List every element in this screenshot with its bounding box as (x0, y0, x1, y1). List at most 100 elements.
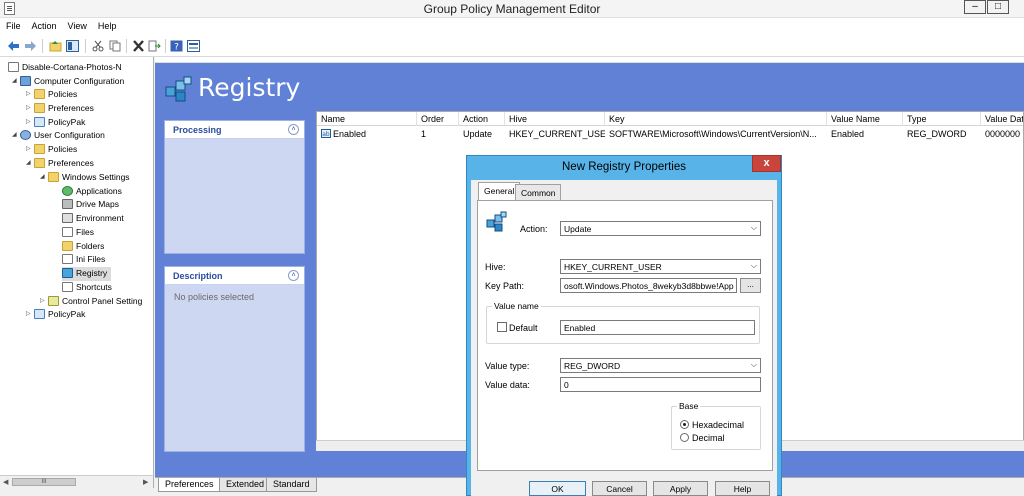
expand-arrow-icon[interactable]: ▷ (40, 295, 48, 308)
tab-preferences[interactable]: Preferences (158, 478, 221, 492)
properties-icon[interactable] (187, 40, 200, 52)
tree-ini-files[interactable]: Ini Files (62, 253, 105, 267)
ok-button[interactable]: OK (529, 481, 586, 496)
value-data-input[interactable]: 0 (560, 377, 761, 392)
column-header-value-name[interactable]: Value Name (827, 112, 903, 126)
decimal-radio[interactable] (680, 433, 689, 442)
tree-label: User Configuration (34, 130, 105, 140)
tree-cc-policypak[interactable]: ▷ PolicyPak (26, 116, 85, 130)
maximize-button[interactable]: □ (987, 0, 1009, 14)
value-name-input[interactable]: Enabled (560, 320, 755, 335)
tab-general[interactable]: General (478, 182, 521, 201)
collapse-arrow-icon[interactable]: ◢ (12, 75, 20, 88)
default-checkbox[interactable] (497, 322, 507, 332)
collapse-arrow-icon[interactable]: ◢ (12, 129, 20, 142)
tab-extended[interactable]: Extended (219, 478, 272, 492)
key-path-input[interactable]: osoft.Windows.Photos_8wekyb3d8bbwe!App (560, 278, 737, 293)
help-icon[interactable]: ? (170, 40, 183, 52)
cancel-button[interactable]: Cancel (592, 481, 647, 496)
registry-icon (62, 268, 73, 278)
column-header-type[interactable]: Type (903, 112, 981, 126)
expand-arrow-icon[interactable]: ▷ (26, 143, 34, 156)
column-header-action[interactable]: Action (459, 112, 505, 126)
expand-arrow-icon[interactable]: ▷ (26, 88, 34, 101)
scroll-right-icon[interactable]: ▶ (143, 478, 148, 486)
column-header-hive[interactable]: Hive (505, 112, 605, 126)
column-header-order[interactable]: Order (417, 112, 459, 126)
tree-uc-preferences[interactable]: ◢ Preferences (26, 157, 94, 171)
column-header-name[interactable]: Name (317, 112, 417, 126)
expand-arrow-icon[interactable]: ▷ (26, 116, 34, 129)
tree-label: Policies (48, 144, 78, 154)
description-panel-header[interactable]: Description ˄ (165, 267, 304, 285)
tree-control-panel-settings[interactable]: ▷ Control Panel Setting (40, 295, 142, 309)
collapse-chevron-icon[interactable]: ˄ (288, 124, 299, 135)
close-button[interactable]: x (752, 155, 781, 172)
tree-computer-configuration[interactable]: ◢ Computer Configuration (12, 75, 124, 89)
tree-user-configuration[interactable]: ◢ User Configuration (12, 129, 105, 143)
registry-icon (486, 211, 507, 232)
up-folder-icon[interactable] (49, 40, 62, 52)
tree-uc-policies[interactable]: ▷ Policies (26, 143, 77, 157)
hexadecimal-radio[interactable] (680, 420, 689, 429)
back-arrow-icon[interactable] (7, 40, 20, 52)
tree-cc-policies[interactable]: ▷ Policies (26, 88, 77, 102)
expand-arrow-icon[interactable]: ▷ (26, 102, 34, 115)
menu-bar: File Action View Help (0, 18, 1024, 35)
processing-panel-header[interactable]: Processing ˄ (165, 121, 304, 139)
menu-help[interactable]: Help (92, 18, 122, 31)
collapse-arrow-icon[interactable]: ◢ (40, 171, 48, 184)
row-type: REG_DWORD (907, 129, 967, 139)
delete-icon[interactable] (132, 40, 145, 52)
expand-arrow-icon[interactable]: ▷ (26, 308, 34, 321)
tree-horizontal-scrollbar[interactable]: ◀ III ▶ (0, 475, 154, 488)
collapse-chevron-icon[interactable]: ˄ (288, 270, 299, 281)
value-type-value: REG_DWORD (564, 361, 621, 371)
ini-file-icon (62, 254, 73, 264)
browse-button[interactable]: ... (740, 278, 761, 293)
tree-uc-policypak[interactable]: ▷ PolicyPak (26, 308, 85, 322)
show-hide-tree-icon[interactable] (66, 40, 79, 52)
scroll-thumb[interactable]: III (12, 478, 76, 486)
tree-applications[interactable]: Applications (62, 185, 122, 199)
hive-select[interactable]: HKEY_CURRENT_USER ⌵ (560, 259, 761, 274)
tab-common[interactable]: Common (515, 184, 562, 200)
tab-standard[interactable]: Standard (266, 478, 317, 492)
cut-icon[interactable] (92, 40, 105, 52)
export-icon[interactable] (148, 40, 161, 52)
row-value-data: 0000000 (985, 129, 1021, 139)
menu-view[interactable]: View (62, 18, 92, 31)
tree-registry-selected[interactable]: Registry (62, 267, 112, 281)
tree-environment[interactable]: Environment (62, 212, 124, 226)
apply-button[interactable]: Apply (653, 481, 708, 496)
copy-icon[interactable] (109, 40, 122, 52)
action-select[interactable]: Update ⌵ (560, 221, 761, 236)
registry-large-icon (165, 76, 192, 102)
tree-files[interactable]: Files (62, 226, 94, 240)
column-header-key[interactable]: Key (605, 112, 827, 126)
computer-icon (20, 76, 31, 86)
minimize-button[interactable]: – (964, 0, 986, 14)
value-type-select[interactable]: REG_DWORD ⌵ (560, 358, 761, 373)
collapse-arrow-icon[interactable]: ◢ (26, 157, 34, 170)
processing-panel: Processing ˄ (164, 120, 305, 254)
tree-drive-maps[interactable]: Drive Maps (62, 198, 119, 212)
menu-file[interactable]: File (0, 18, 26, 31)
tree-cc-preferences[interactable]: ▷ Preferences (26, 102, 94, 116)
hive-value: HKEY_CURRENT_USER (564, 262, 662, 272)
tree-root[interactable]: Disable-Cortana-Photos-N (8, 61, 122, 75)
tree-folders[interactable]: Folders (62, 240, 104, 254)
description-panel: Description ˄ No policies selected (164, 266, 305, 452)
menu-action[interactable]: Action (26, 18, 62, 31)
tree-label: PolicyPak (48, 309, 86, 319)
tree-shortcuts[interactable]: Shortcuts (62, 281, 112, 295)
chevron-down-icon: ⌵ (750, 360, 757, 369)
forward-arrow-icon[interactable] (24, 40, 37, 52)
help-button[interactable]: Help (715, 481, 770, 496)
description-heading: Description (173, 271, 223, 281)
row-name: Enabled (333, 129, 367, 139)
scroll-left-icon[interactable]: ◀ (3, 478, 8, 486)
tree-windows-settings[interactable]: ◢ Windows Settings (40, 171, 130, 185)
row-hive: HKEY_CURRENT_USER (509, 129, 605, 139)
column-header-value-data[interactable]: Value Data (981, 112, 1023, 126)
